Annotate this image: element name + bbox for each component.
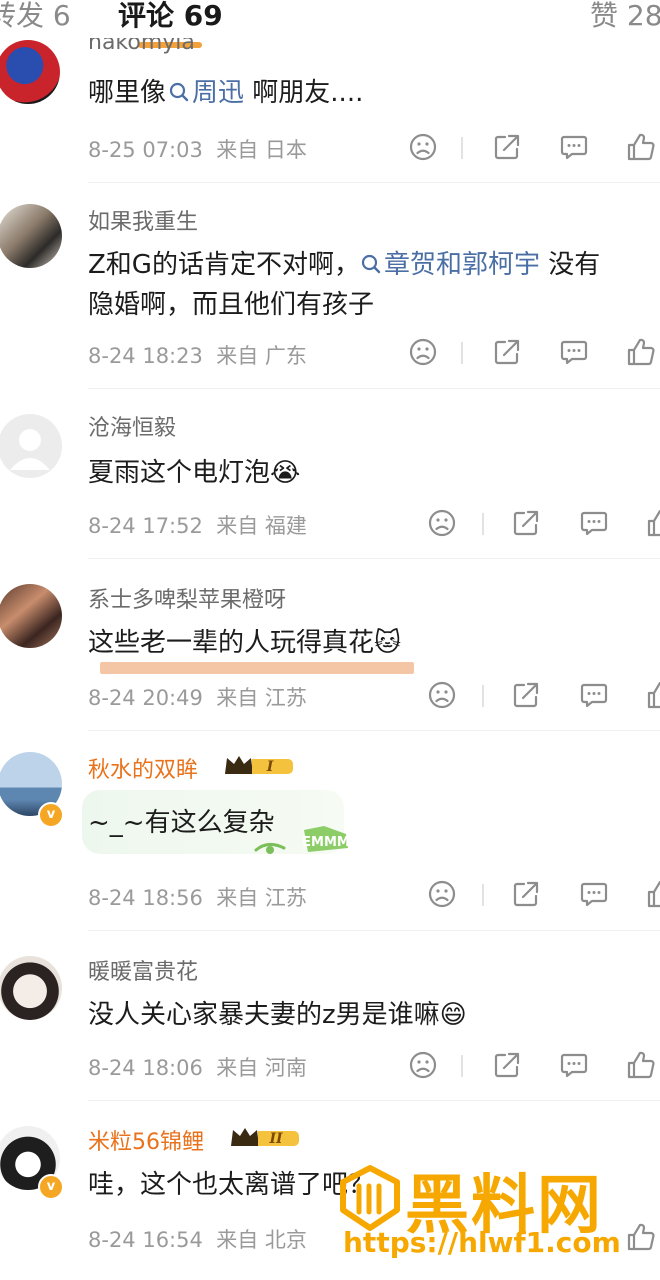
comment-icon[interactable] xyxy=(578,507,610,539)
comment-divider xyxy=(88,930,660,931)
comment-username[interactable]: 如果我重生 xyxy=(88,204,198,236)
comment-text-suffix: 没有 xyxy=(539,250,601,280)
comment-username[interactable]: nakomyia xyxy=(88,38,195,56)
watermark-logo-icon xyxy=(340,1165,400,1231)
comment-text: 这些老一辈的人玩得真花🐱 xyxy=(88,622,401,659)
tab-comments[interactable]: 评论 69 xyxy=(118,0,223,34)
comment-text: Z和G的话肯定不对啊， 章贺和郭柯宇 没有 xyxy=(88,244,600,281)
share-icon[interactable] xyxy=(510,507,542,539)
svg-text:EMMM: EMMM xyxy=(302,835,350,850)
crying-emoji-icon: 😭 xyxy=(270,458,301,488)
comment-divider xyxy=(88,558,660,559)
comment-username[interactable]: 系士多啤梨苹果橙呀 xyxy=(88,582,286,614)
comment-text-body: 没人关心家暴夫妻的z男是谁嘛 xyxy=(88,1000,440,1030)
comment-text-prefix: 哪里像 xyxy=(88,78,167,108)
cat-emoji-icon: 🐱 xyxy=(374,628,402,658)
highlight-underline xyxy=(100,662,414,674)
comment-text-body: 夏雨这个电灯泡 xyxy=(88,458,271,488)
crown-icon: I xyxy=(225,756,293,775)
topic-link[interactable]: 周迅 xyxy=(166,78,244,108)
comment-icon[interactable] xyxy=(558,1049,590,1081)
watermark-url: https://hlwf1.com xyxy=(343,1226,621,1259)
dislike-icon[interactable] xyxy=(407,131,439,163)
comment-actions xyxy=(0,1049,660,1085)
comment-icon[interactable] xyxy=(558,131,590,163)
like-icon[interactable] xyxy=(625,131,657,163)
verified-badge-icon: v xyxy=(38,1174,64,1200)
action-divider xyxy=(461,342,463,364)
dislike-icon[interactable] xyxy=(407,1049,439,1081)
comment-username[interactable]: 米粒56锦鲤 xyxy=(88,1124,204,1156)
share-icon[interactable] xyxy=(510,878,542,910)
comment-actions xyxy=(0,679,660,715)
tab-likes[interactable]: 赞 28 xyxy=(590,0,660,34)
dislike-icon[interactable] xyxy=(426,878,458,910)
avatar[interactable] xyxy=(0,414,62,478)
default-avatar-icon xyxy=(10,429,50,470)
action-divider xyxy=(482,685,484,707)
like-icon[interactable] xyxy=(625,336,657,368)
member-level: I xyxy=(266,759,274,775)
comment-username[interactable]: 沧海恒毅 xyxy=(88,410,176,442)
share-icon[interactable] xyxy=(491,1049,523,1081)
comment-text: 哇，这个也太离谱了吧？ xyxy=(88,1170,375,1200)
share-icon[interactable] xyxy=(491,336,523,368)
comment-divider xyxy=(88,388,660,389)
watermark: 黑料网 https://hlwf1.com xyxy=(335,1160,635,1270)
action-divider xyxy=(482,513,484,535)
comment-text: 哪里像 周迅 啊朋友.... xyxy=(88,72,363,109)
comment-actions xyxy=(0,878,660,914)
verified-badge-icon: v xyxy=(38,802,64,828)
comment-icon[interactable] xyxy=(558,336,590,368)
comment-icon[interactable] xyxy=(578,679,610,711)
dislike-icon[interactable] xyxy=(426,679,458,711)
comment-text-line2: 隐婚啊，而且他们有孩子 xyxy=(88,290,375,320)
like-icon[interactable] xyxy=(645,878,660,910)
like-icon[interactable] xyxy=(645,679,660,711)
avatar[interactable] xyxy=(0,40,60,104)
like-icon[interactable] xyxy=(645,507,660,539)
comment-username[interactable]: 秋水的双眸 xyxy=(88,752,198,784)
comment-actions xyxy=(0,131,660,167)
comment-text-suffix: 啊朋友.... xyxy=(244,78,364,108)
comment-text-prefix: Z和G的话肯定不对啊， xyxy=(88,250,360,280)
comment-text: 夏雨这个电灯泡😭 xyxy=(88,452,300,489)
comment-text: ~_~有这么复杂 xyxy=(88,808,275,838)
comment-icon[interactable] xyxy=(578,878,610,910)
comment-divider xyxy=(88,730,660,731)
avatar[interactable] xyxy=(0,584,62,648)
comment-divider xyxy=(88,182,660,183)
dislike-icon[interactable] xyxy=(407,336,439,368)
crown-icon: II xyxy=(231,1128,299,1147)
comment-username[interactable]: 暖暖富贵花 xyxy=(88,954,198,986)
avatar[interactable] xyxy=(0,204,62,268)
search-icon xyxy=(168,81,190,103)
comment-text: 没人关心家暴夫妻的z男是谁嘛😄 xyxy=(88,994,467,1031)
comment-actions xyxy=(0,507,660,543)
comment-divider xyxy=(88,1100,660,1101)
action-divider xyxy=(461,1055,463,1077)
topic-link-label: 周迅 xyxy=(192,78,245,108)
action-divider xyxy=(461,137,463,159)
like-icon[interactable] xyxy=(625,1049,657,1081)
comment-text-body: 这些老一辈的人玩得真花 xyxy=(88,628,375,658)
comment-actions xyxy=(0,336,660,372)
laughing-emoji-icon: 😄 xyxy=(439,1000,467,1030)
topic-link-label: 章贺和郭柯宇 xyxy=(383,250,540,280)
avatar[interactable] xyxy=(0,956,62,1020)
topic-link[interactable]: 章贺和郭柯宇 xyxy=(360,250,540,280)
search-icon xyxy=(360,253,382,275)
dislike-icon[interactable] xyxy=(426,507,458,539)
action-divider xyxy=(482,884,484,906)
share-icon[interactable] xyxy=(491,131,523,163)
tab-repost[interactable]: 转发 6 xyxy=(0,0,71,34)
emmm-sticker-icon: EMMM xyxy=(248,820,360,860)
share-icon[interactable] xyxy=(510,679,542,711)
member-level: II xyxy=(268,1131,283,1147)
